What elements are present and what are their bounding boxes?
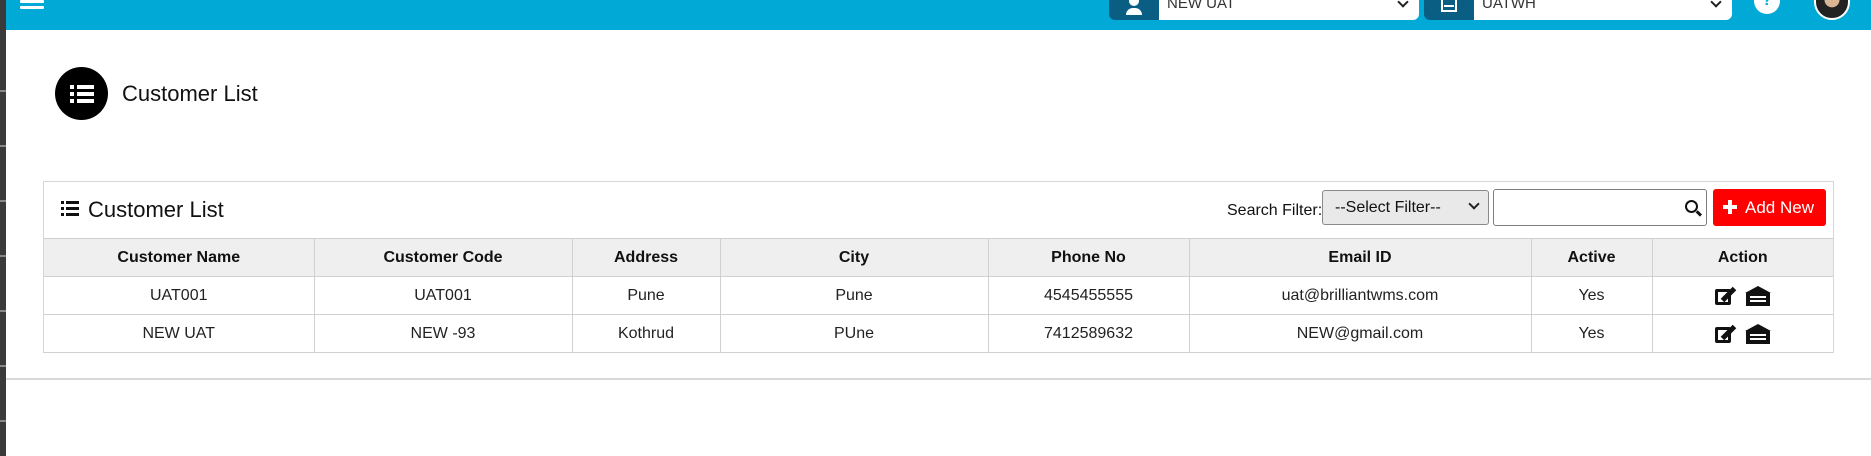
- cell-action: [1651, 276, 1833, 315]
- cell-address: Pune: [571, 276, 721, 315]
- cell-customer-name: NEW UAT: [44, 314, 315, 353]
- warehouse-icon[interactable]: [1744, 323, 1771, 344]
- cell-phone: 4545455555: [987, 276, 1190, 315]
- top-navbar: NEW UAT UATWH ?: [6, 0, 1871, 30]
- column-header-customer-name[interactable]: Customer Name: [44, 238, 315, 277]
- hamburger-menu-icon[interactable]: [20, 0, 44, 14]
- cell-customer-code: NEW -93: [313, 314, 573, 353]
- column-header-phone-no[interactable]: Phone No: [987, 238, 1190, 277]
- column-header-active[interactable]: Active: [1530, 238, 1653, 277]
- cell-email: NEW@gmail.com: [1188, 314, 1532, 353]
- column-header-action: Action: [1651, 238, 1833, 277]
- cell-active: Yes: [1530, 276, 1653, 315]
- column-header-customer-code[interactable]: Customer Code: [313, 238, 573, 277]
- user-icon: [1109, 0, 1159, 20]
- customer-table: Customer Name Customer Code Address City…: [44, 238, 1833, 353]
- table-row: UAT001 UAT001 Pune Pune 4545455555 uat@b…: [44, 276, 1833, 315]
- client-select-value: NEW UAT: [1167, 0, 1236, 12]
- warehouse-icon[interactable]: [1744, 285, 1771, 306]
- cell-active: Yes: [1530, 314, 1653, 353]
- plus-icon: [1723, 200, 1737, 214]
- cell-customer-name: UAT001: [44, 276, 315, 315]
- warehouse-select-group[interactable]: UATWH: [1424, 0, 1732, 20]
- list-icon: [55, 67, 108, 120]
- cell-city: PUne: [719, 314, 989, 353]
- cell-address: Kothrud: [571, 314, 721, 353]
- page-header: Customer List: [55, 67, 258, 120]
- chevron-down-icon: [1710, 0, 1722, 8]
- warehouse-list-icon: [1424, 0, 1474, 20]
- left-window-strip: [0, 0, 6, 456]
- cell-action: [1651, 314, 1833, 353]
- add-new-label: Add New: [1745, 198, 1814, 217]
- search-filter-value: --Select Filter--: [1335, 199, 1441, 216]
- cell-city: Pune: [719, 276, 989, 315]
- card-title: Customer List: [88, 197, 224, 222]
- help-icon[interactable]: ?: [1754, 0, 1780, 14]
- client-select[interactable]: NEW UAT: [1159, 0, 1419, 20]
- cell-customer-code: UAT001: [313, 276, 573, 315]
- card-header: Customer List Search Filter: --Select Fi…: [44, 182, 1833, 238]
- warehouse-select[interactable]: UATWH: [1474, 0, 1732, 20]
- column-header-address[interactable]: Address: [571, 238, 721, 277]
- search-icon[interactable]: [1685, 200, 1698, 213]
- warehouse-select-value: UATWH: [1482, 0, 1536, 12]
- search-filter-label: Search Filter:: [1227, 202, 1323, 219]
- cell-email: uat@brilliantwms.com: [1188, 276, 1532, 315]
- add-new-button[interactable]: Add New: [1713, 189, 1826, 226]
- cell-phone: 7412589632: [987, 314, 1190, 353]
- column-header-email-id[interactable]: Email ID: [1188, 238, 1532, 277]
- table-row: NEW UAT NEW -93 Kothrud PUne 7412589632 …: [44, 314, 1833, 353]
- table-header-row: Customer Name Customer Code Address City…: [44, 238, 1833, 277]
- chevron-down-icon: [1468, 198, 1480, 210]
- column-header-city[interactable]: City: [719, 238, 989, 277]
- list-icon: [61, 201, 79, 216]
- avatar[interactable]: [1814, 0, 1850, 20]
- chevron-down-icon: [1397, 0, 1409, 8]
- search-filter-select[interactable]: --Select Filter--: [1322, 190, 1489, 225]
- edit-icon[interactable]: [1714, 286, 1737, 306]
- customer-list-card: Customer List Search Filter: --Select Fi…: [43, 181, 1834, 353]
- content-divider: [6, 378, 1871, 380]
- edit-icon[interactable]: [1714, 324, 1737, 344]
- search-input[interactable]: [1493, 189, 1707, 226]
- page-title: Customer List: [122, 80, 258, 106]
- client-select-group[interactable]: NEW UAT: [1109, 0, 1419, 20]
